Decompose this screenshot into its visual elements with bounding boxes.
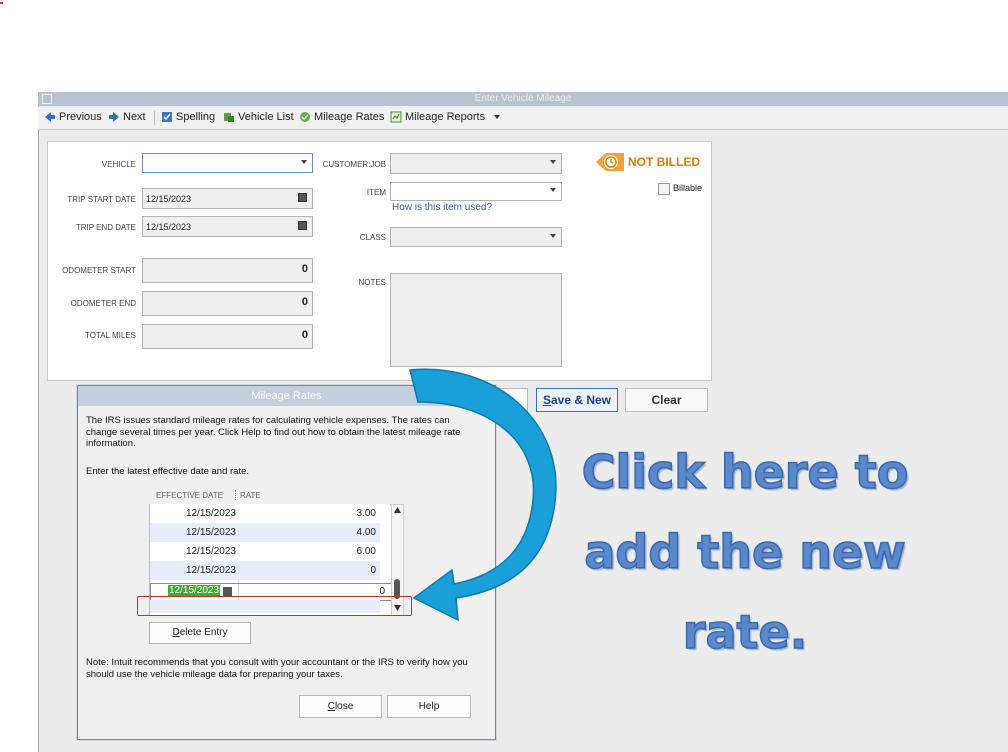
- row-date: 12/15/2023: [185, 565, 236, 576]
- close-label: lose: [334, 701, 354, 712]
- mileage-rates-button[interactable]: Mileage Rates: [299, 111, 384, 123]
- item-dropdown[interactable]: [390, 182, 562, 201]
- delete-mnemonic: D: [172, 627, 180, 638]
- odometer-end-value: 0: [301, 296, 308, 308]
- billable-checkbox[interactable]: [658, 183, 670, 195]
- callout-line-3: rate.: [682, 604, 808, 660]
- total-miles-field: 0: [142, 324, 313, 349]
- rate-column-header: RATE: [240, 491, 261, 500]
- trip-end-date-field[interactable]: 12/15/2023: [142, 216, 313, 237]
- class-label: CLASS: [359, 233, 386, 242]
- calendar-icon[interactable]: [298, 221, 307, 230]
- toolbar: Previous Next Spelling Vehicle List Mile…: [38, 107, 1008, 130]
- spelling-button[interactable]: Spelling: [161, 111, 215, 123]
- close-mnemonic: C: [327, 701, 335, 712]
- mileage-reports-icon: [390, 111, 402, 123]
- table-row[interactable]: 12/15/2023 6.00: [150, 542, 390, 561]
- mileage-reports-label: Mileage Reports: [405, 111, 486, 123]
- trip-start-date-label: TRIP START DATE: [67, 195, 136, 204]
- next-button[interactable]: Next: [108, 111, 146, 123]
- effective-date-column-header: EFFECTIVE DATE: [156, 491, 223, 500]
- chevron-down-icon: [550, 188, 556, 192]
- trip-end-date-value: 12/15/2023: [146, 222, 192, 232]
- vehicle-list-button[interactable]: Vehicle List: [223, 111, 294, 123]
- vehicle-dropdown[interactable]: [142, 153, 313, 173]
- dialog-note-text: Note: Intuit recommends that you consult…: [86, 657, 468, 680]
- mileage-rates-icon: [300, 112, 310, 122]
- clear-button[interactable]: Clear: [625, 388, 708, 412]
- instruction-callout: Click here to add the new rate.: [575, 432, 915, 672]
- callout-line-2: add the new: [584, 524, 907, 580]
- close-button[interactable]: Close: [299, 695, 382, 718]
- odometer-start-field[interactable]: 0: [142, 258, 313, 283]
- vehicle-label: VEHICLE: [101, 160, 136, 169]
- odometer-start-label: ODOMETER START: [62, 266, 136, 275]
- row-date: 12/15/2023: [185, 508, 236, 519]
- billing-status: NOT BILLED: [628, 155, 700, 169]
- class-dropdown[interactable]: [390, 227, 562, 247]
- help-label: Help: [418, 701, 440, 712]
- item-label: ITEM: [366, 188, 386, 197]
- mileage-rates-label: Mileage Rates: [314, 111, 385, 123]
- trip-end-date-label: TRIP END DATE: [75, 223, 136, 232]
- spelling-label: Spelling: [176, 111, 216, 123]
- previous-button[interactable]: Previous: [44, 111, 102, 123]
- total-miles-value: 0: [301, 329, 308, 341]
- arrow-right-icon: [109, 112, 119, 122]
- chevron-down-icon[interactable]: [492, 113, 502, 121]
- new-rate-date-input[interactable]: 12/15/2023: [168, 585, 221, 596]
- calendar-icon[interactable]: [223, 587, 232, 596]
- total-miles-label: TOTAL MILES: [85, 331, 136, 340]
- row-rate: 6.00: [356, 546, 376, 557]
- highlight-box: [137, 596, 412, 616]
- notes-label: NOTES: [358, 278, 386, 287]
- help-button[interactable]: Help: [387, 695, 471, 718]
- billable-label: Billable: [673, 183, 703, 193]
- delete-entry-label: elete Entry: [179, 627, 228, 638]
- previous-label: Previous: [59, 111, 102, 123]
- odometer-start-value: 0: [301, 263, 308, 275]
- delete-entry-button[interactable]: Delete Entry: [149, 622, 251, 644]
- table-row[interactable]: 12/15/2023 3.00: [150, 504, 390, 523]
- odometer-end-label: ODOMETER END: [70, 299, 136, 308]
- row-rate: 4.00: [356, 527, 376, 538]
- row-rate: 3.00: [356, 508, 376, 519]
- vehicle-list-label: Vehicle List: [238, 111, 294, 123]
- chevron-down-icon: [550, 234, 556, 238]
- odometer-end-field[interactable]: 0: [142, 291, 313, 316]
- trip-start-date-value: 12/15/2023: [146, 194, 192, 204]
- row-rate: 0: [370, 565, 376, 576]
- corner-mark: [0, 2, 3, 4]
- notes-textarea[interactable]: [390, 273, 562, 367]
- toolbar-divider: [154, 111, 155, 125]
- curved-arrow-icon: [409, 368, 557, 622]
- customer-job-dropdown[interactable]: [390, 153, 562, 174]
- customer-job-label: CUSTOMER:JOB: [322, 160, 386, 169]
- table-row[interactable]: 12/15/2023 4.00: [150, 523, 380, 542]
- next-label: Next: [123, 111, 146, 123]
- column-divider: [235, 490, 236, 500]
- mileage-form: VEHICLE TRIP START DATE 12/15/2023 TRIP …: [47, 141, 712, 381]
- chevron-down-icon: [301, 160, 307, 164]
- not-billed-clock-icon: [596, 153, 624, 171]
- clear-label: Clear: [651, 393, 682, 407]
- trip-start-date-field[interactable]: 12/15/2023: [142, 188, 313, 209]
- window-title: Enter Vehicle Mileage: [38, 92, 1008, 106]
- table-row[interactable]: 12/15/2023 0: [150, 561, 380, 580]
- system-menu-icon[interactable]: [42, 94, 52, 104]
- callout-line-1: Click here to: [581, 444, 909, 500]
- row-date: 12/15/2023: [185, 527, 236, 538]
- vehicle-list-icon: [224, 113, 234, 122]
- mileage-reports-button[interactable]: Mileage Reports: [390, 111, 502, 123]
- row-date: 12/15/2023: [185, 546, 236, 557]
- arrow-left-icon: [45, 112, 55, 122]
- spelling-icon: [162, 112, 172, 122]
- chevron-down-icon: [550, 160, 556, 164]
- calendar-icon[interactable]: [298, 193, 307, 202]
- item-help-link[interactable]: How is this item used?: [392, 202, 492, 213]
